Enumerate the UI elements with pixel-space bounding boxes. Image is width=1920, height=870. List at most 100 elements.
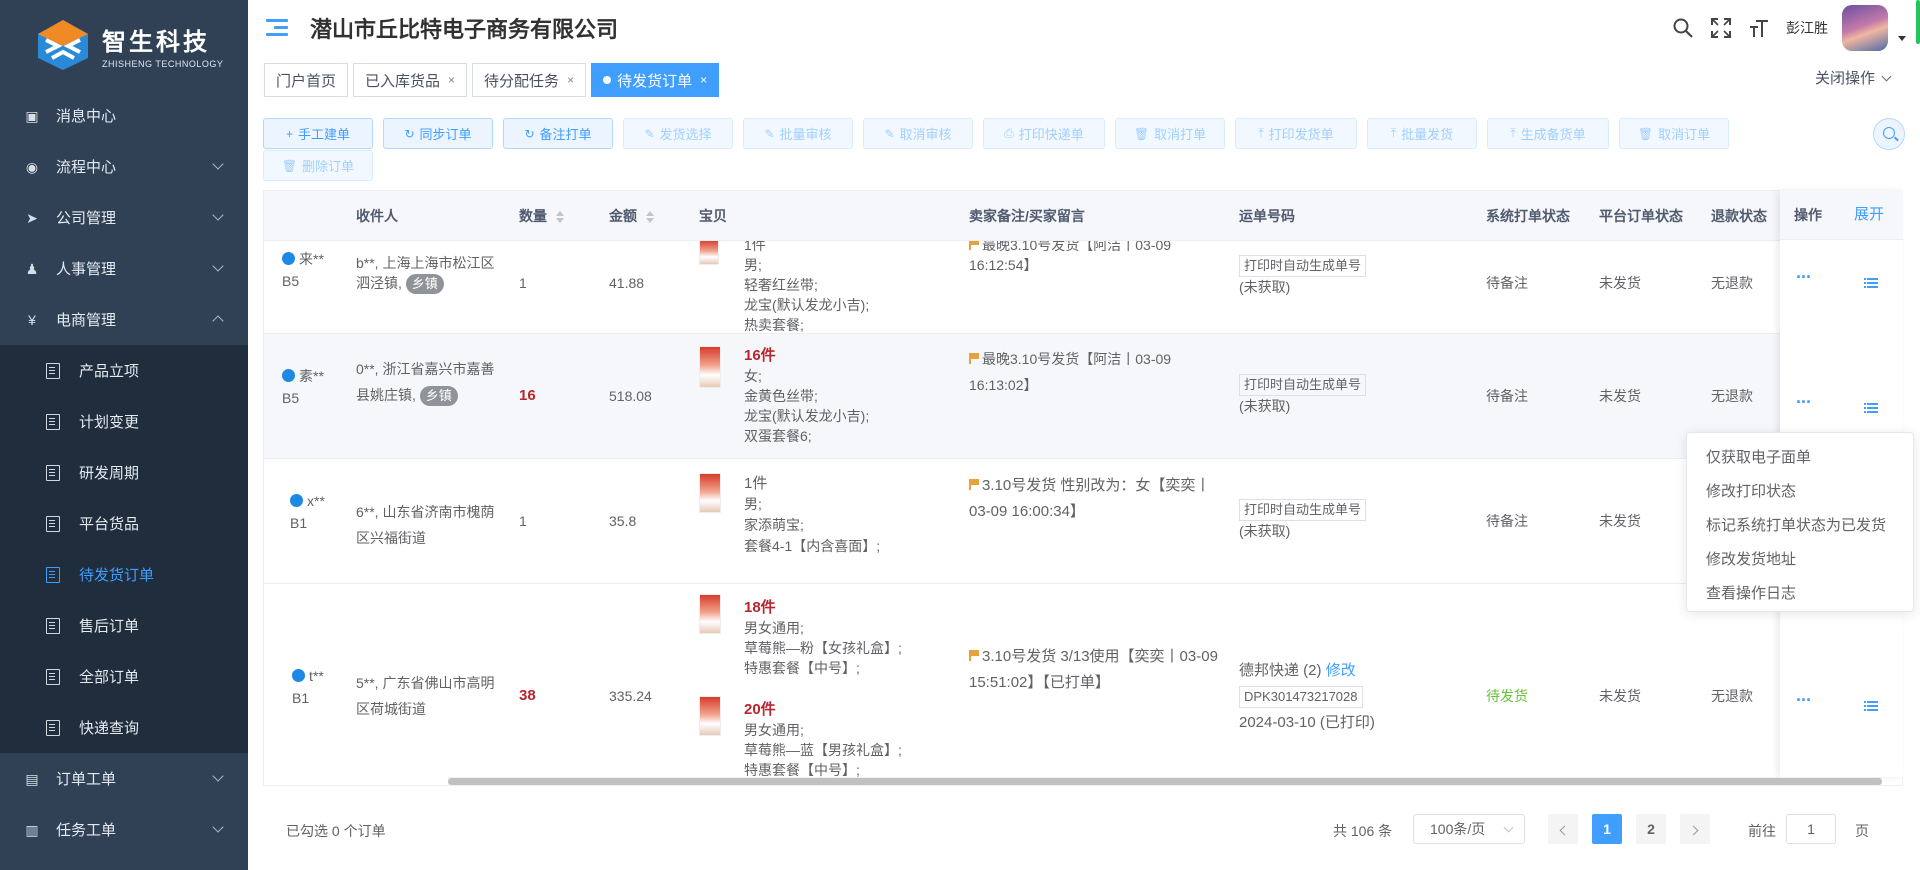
button-label: 生成备货单 xyxy=(1520,127,1586,142)
sidebar-item-messages[interactable]: ▣ 消息中心 xyxy=(0,90,248,141)
next-page-button[interactable] xyxy=(1680,814,1710,844)
sidebar-item-flow[interactable]: ◉ 流程中心 xyxy=(0,141,248,192)
sidebar-item-label: 计划变更 xyxy=(79,414,140,431)
sidebar-item-task-tickets[interactable]: ▥ 任务工单 xyxy=(0,804,248,855)
avatar[interactable] xyxy=(1842,5,1888,51)
menu-toggle-icon[interactable] xyxy=(266,19,288,37)
edit-courier-link[interactable]: 修改 xyxy=(1326,662,1356,679)
tab-pending-orders[interactable]: 待发货订单 × xyxy=(591,63,720,97)
sidebar-subitem-product-project[interactable]: 产品立项 xyxy=(0,345,248,396)
close-icon[interactable]: × xyxy=(567,73,574,87)
item-thumbnail[interactable] xyxy=(699,594,721,634)
sidebar-item-company[interactable]: ➤ 公司管理 xyxy=(0,192,248,243)
ship-select-button[interactable]: ✎ 发货选择 xyxy=(623,118,733,149)
manual-create-button[interactable]: + 手工建单 xyxy=(263,118,373,149)
item-thumbnail[interactable] xyxy=(699,473,721,513)
delete-order-button[interactable]: 🗑 删除订单 xyxy=(263,150,373,181)
username[interactable]: 彭江胜 xyxy=(1786,18,1828,38)
sidebar-item-order-tickets[interactable]: ▤ 订单工单 xyxy=(0,753,248,804)
menu-item-modify-address[interactable]: 修改发货地址 xyxy=(1687,543,1913,577)
table-row[interactable]: x** B1 6**, 山东省济南市槐荫区兴福街道 1 35.8 1件 男; 家… xyxy=(264,459,1902,584)
tab-stocked-goods[interactable]: 已入库货品 × xyxy=(353,63,468,97)
sort-icon[interactable] xyxy=(645,211,655,224)
generate-stock-list-button[interactable]: ⤒ 生成备货单 xyxy=(1487,118,1609,149)
sidebar-item-ecommerce[interactable]: ¥ 电商管理 xyxy=(0,294,248,345)
buyer-name: t** xyxy=(309,668,324,684)
sidebar-item-label: 产品立项 xyxy=(79,363,140,380)
cancel-print-button[interactable]: 🗑 取消打单 xyxy=(1115,118,1225,149)
more-actions-icon[interactable]: ··· xyxy=(1796,392,1812,413)
more-actions-icon[interactable]: ··· xyxy=(1796,690,1812,711)
list-icon[interactable] xyxy=(1864,403,1878,414)
sidebar-subitem-aftersale-orders[interactable]: 售后订单 xyxy=(0,600,248,651)
close-operations-dropdown[interactable]: 关闭操作 xyxy=(1815,67,1892,88)
tab-home[interactable]: 门户首页 xyxy=(264,63,349,97)
sidebar-subitem-express-query[interactable]: 快递查询 xyxy=(0,702,248,753)
more-actions-icon[interactable]: ··· xyxy=(1796,267,1812,288)
sidebar-item-hr[interactable]: ♟ 人事管理 xyxy=(0,243,248,294)
col-amount[interactable]: 金额 xyxy=(609,191,655,241)
page-1-button[interactable]: 1 xyxy=(1592,814,1622,844)
receiver-cell: 5**, 广东省佛山市高明区荷城街道 xyxy=(356,675,495,717)
tab-label: 待分配任务 xyxy=(484,72,560,90)
batch-ship-button[interactable]: ⤒ 批量发货 xyxy=(1367,118,1477,149)
menu-item-view-log[interactable]: 查看操作日志 xyxy=(1687,577,1913,611)
waybill-number: 打印时自动生成单号 xyxy=(1239,255,1367,277)
col-qty[interactable]: 数量 xyxy=(519,191,565,241)
prev-page-button[interactable] xyxy=(1548,814,1578,844)
expand-link[interactable]: 展开 xyxy=(1854,190,1884,240)
sidebar-subitem-rd-cycle[interactable]: 研发周期 xyxy=(0,447,248,498)
item-line: 女; xyxy=(744,368,762,384)
selected-count: 已勾选 0 个订单 xyxy=(286,823,386,839)
search-icon[interactable] xyxy=(1672,17,1694,39)
scrollbar-thumb[interactable] xyxy=(448,778,1882,785)
fullscreen-icon[interactable] xyxy=(1710,17,1732,39)
button-label: 打印发货单 xyxy=(1268,127,1334,142)
remark-print-button[interactable]: ↻ 备注打单 xyxy=(503,118,613,149)
batch-review-button[interactable]: ✎ 批量审核 xyxy=(743,118,853,149)
item-thumbnail[interactable] xyxy=(699,346,721,388)
plat-status-cell: 未发货 xyxy=(1599,275,1641,291)
horizontal-scrollbar[interactable] xyxy=(448,777,1882,786)
sidebar-subitem-all-orders[interactable]: 全部订单 xyxy=(0,651,248,702)
list-icon[interactable] xyxy=(1864,701,1878,712)
refund-cell: 无退款 xyxy=(1711,688,1753,704)
sidebar-subitem-plan-change[interactable]: 计划变更 xyxy=(0,396,248,447)
text-icon xyxy=(46,413,60,430)
item-line: 热卖套餐; xyxy=(744,317,804,333)
close-icon[interactable]: × xyxy=(700,73,707,87)
sort-icon[interactable] xyxy=(555,211,565,224)
item-thumbnail[interactable] xyxy=(699,696,721,736)
print-express-button[interactable]: ⎙ 打印快递单 xyxy=(983,118,1105,149)
tab-pending-tasks[interactable]: 待分配任务 × xyxy=(472,63,587,97)
caret-down-icon[interactable] xyxy=(1898,35,1906,41)
print-ship-note-button[interactable]: ⤒ 打印发货单 xyxy=(1235,118,1357,149)
town-badge: 乡镇 xyxy=(419,386,458,406)
font-size-icon[interactable] xyxy=(1748,17,1770,39)
item-line: 套餐4-1【内含喜面】; xyxy=(744,538,881,554)
goto-page-input[interactable]: 1 xyxy=(1786,814,1836,844)
item-thumbnail[interactable] xyxy=(699,241,719,265)
cancel-review-button[interactable]: ✎ 取消审核 xyxy=(863,118,973,149)
page-size-select[interactable]: 100条/页 xyxy=(1413,814,1525,844)
sidebar-subitem-platform-goods[interactable]: 平台货品 xyxy=(0,498,248,549)
menu-item-modify-print-status[interactable]: 修改打印状态 xyxy=(1687,475,1913,509)
table-row[interactable]: 素** B5 0**, 浙江省嘉兴市嘉善县姚庄镇, 乡镇 16 518.08 1… xyxy=(264,334,1902,459)
buyer-cell: 素** xyxy=(282,366,324,386)
col-item: 宝贝 xyxy=(699,208,727,224)
close-icon[interactable]: × xyxy=(448,73,455,87)
taobao-icon xyxy=(290,494,303,507)
table-row[interactable]: 来** B5 b**, 上海上海市松江区泗泾镇, 乡镇 1 41.88 1件 男… xyxy=(264,241,1902,334)
button-label: 批量审核 xyxy=(779,127,832,142)
sidebar-subitem-pending-orders[interactable]: 待发货订单 xyxy=(0,549,248,600)
cancel-order-button[interactable]: 🗑 取消订单 xyxy=(1619,118,1729,149)
search-toggle-button[interactable] xyxy=(1873,118,1905,150)
list-icon[interactable] xyxy=(1864,278,1878,289)
page-2-button[interactable]: 2 xyxy=(1636,814,1666,844)
item-line: 1件 xyxy=(744,475,768,492)
menu-item-mark-shipped[interactable]: 标记系统打单状态为已发货 xyxy=(1687,509,1913,543)
menu-item-get-eface[interactable]: 仅获取电子面单 xyxy=(1687,441,1913,475)
goto-label: 前往 xyxy=(1748,823,1776,839)
table-row[interactable]: t** B1 5**, 广东省佛山市高明区荷城街道 38 335.24 18件 … xyxy=(264,584,1902,785)
sync-orders-button[interactable]: ↻ 同步订单 xyxy=(383,118,493,149)
